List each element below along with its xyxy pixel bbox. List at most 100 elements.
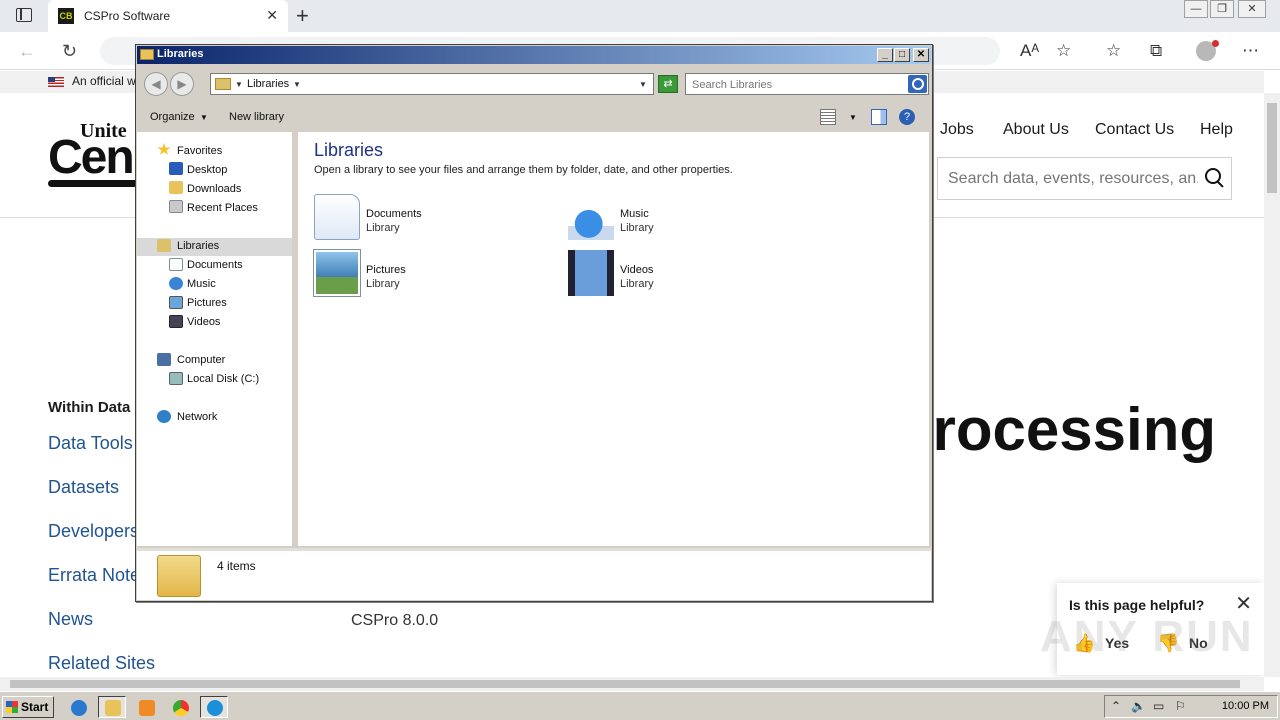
nav-computer[interactable]: Computer — [177, 354, 225, 366]
taskbar-ie[interactable] — [64, 696, 92, 718]
nav-libraries[interactable]: Libraries — [177, 240, 219, 252]
internet-explorer-icon — [71, 700, 87, 716]
taskbar-media-player[interactable] — [132, 696, 160, 718]
local-disk-icon — [169, 372, 183, 385]
preview-pane-icon[interactable] — [871, 109, 887, 125]
profile-avatar[interactable] — [1196, 40, 1219, 61]
settings-menu-icon[interactable]: ⋯ — [1242, 41, 1259, 61]
libraries-subtitle: Open a library to see your files and arr… — [314, 164, 733, 176]
nav-downloads[interactable]: Downloads — [187, 183, 241, 195]
change-view-icon[interactable] — [820, 109, 836, 125]
explorer-minimize-button[interactable]: _ — [877, 48, 893, 62]
chevron-down-icon[interactable]: ▼ — [235, 80, 243, 89]
explorer-back-button[interactable]: ◀ — [144, 72, 168, 96]
library-documents[interactable]: Documents Library — [314, 194, 534, 242]
media-player-icon — [139, 700, 155, 716]
library-videos[interactable]: Videos Library — [568, 250, 788, 298]
close-window-button[interactable]: ✕ — [1238, 0, 1266, 18]
read-aloud-icon[interactable]: Aᴬ — [1020, 41, 1039, 61]
nav-music[interactable]: Music — [187, 278, 216, 290]
documents-icon — [169, 258, 183, 271]
cspro-favicon-icon: CB — [58, 8, 74, 24]
library-kind: Library — [620, 222, 654, 234]
videos-icon — [568, 250, 614, 296]
tab-close-icon[interactable]: ✕ — [266, 7, 278, 24]
sidenav-developers[interactable]: Developers — [48, 521, 139, 542]
scrollbar-thumb[interactable] — [1267, 103, 1277, 193]
show-hidden-icons-icon[interactable]: ⌃ — [1111, 699, 1121, 713]
back-icon[interactable]: ← — [18, 41, 36, 62]
chevron-down-icon[interactable]: ▼ — [200, 113, 208, 122]
library-music[interactable]: Music Library — [568, 194, 788, 242]
sidenav-datasets[interactable]: Datasets — [48, 477, 119, 498]
chevron-down-icon[interactable]: ▼ — [849, 113, 857, 122]
restore-button[interactable]: ❐ — [1210, 0, 1234, 18]
sidenav-related-sites[interactable]: Related Sites — [48, 653, 155, 674]
nav-network[interactable]: Network — [177, 411, 217, 423]
add-favorite-icon[interactable]: ☆ — [1056, 41, 1071, 61]
libraries-folder-icon — [215, 78, 231, 90]
refresh-icon[interactable]: ⇄ — [658, 75, 678, 93]
clock[interactable]: 10:00 PM — [1222, 700, 1269, 712]
taskbar-chrome[interactable] — [166, 696, 194, 718]
logo-text-big: Cen — [48, 131, 135, 184]
reload-icon[interactable]: ↻ — [62, 41, 77, 62]
nav-recent-places[interactable]: Recent Places — [187, 202, 258, 214]
volume-icon[interactable]: 🔈 — [1131, 699, 1146, 713]
collections-icon[interactable]: ⧉ — [1150, 41, 1162, 61]
library-kind: Library — [366, 222, 400, 234]
nav-videos[interactable]: Videos — [187, 316, 220, 328]
nav-favorites[interactable]: Favorites — [177, 145, 222, 157]
breadcrumb[interactable]: Libraries — [247, 78, 289, 90]
browser-tab[interactable]: CB CSPro Software ✕ — [48, 0, 288, 32]
search-icon[interactable] — [908, 75, 927, 93]
sidenav-news[interactable]: News — [48, 609, 93, 630]
taskbar-explorer[interactable] — [98, 696, 126, 718]
horizontal-scrollbar[interactable] — [0, 677, 1264, 691]
chevron-down-icon[interactable]: ▼ — [293, 80, 301, 89]
explorer-content-pane: Libraries Open a library to see your fil… — [298, 132, 929, 546]
nav-jobs[interactable]: Jobs — [940, 121, 974, 139]
nav-help[interactable]: Help — [1200, 121, 1233, 139]
minimize-button[interactable]: — — [1184, 0, 1208, 18]
scrollbar-thumb[interactable] — [10, 680, 1240, 688]
browser-tabstrip: CB CSPro Software ✕ + — ❐ ✕ — [0, 0, 1280, 32]
nav-local-disk[interactable]: Local Disk (C:) — [187, 373, 259, 385]
explorer-close-button[interactable]: ✕ — [913, 48, 929, 62]
nav-pictures[interactable]: Pictures — [187, 297, 227, 309]
library-name: Videos — [620, 264, 654, 276]
nav-about-us[interactable]: About Us — [1003, 121, 1069, 139]
new-library-button[interactable]: New library — [229, 111, 284, 123]
taskbar-edge[interactable] — [200, 696, 228, 718]
nav-desktop[interactable]: Desktop — [187, 164, 227, 176]
tab-actions-icon[interactable] — [16, 8, 32, 22]
action-center-flag-icon[interactable]: ⚐ — [1175, 699, 1186, 713]
explorer-address-bar[interactable]: ▼ Libraries ▼ ▼ — [210, 73, 654, 95]
music-icon — [169, 277, 183, 290]
libraries-folder-icon — [157, 555, 201, 597]
vertical-scrollbar[interactable] — [1264, 93, 1280, 677]
pictures-icon — [313, 249, 361, 297]
explorer-icon — [105, 700, 121, 716]
address-history-dropdown-icon[interactable]: ▼ — [639, 80, 647, 89]
explorer-forward-button[interactable]: ▶ — [170, 72, 194, 96]
nav-contact-us[interactable]: Contact Us — [1095, 121, 1174, 139]
network-tray-icon[interactable]: ▭ — [1153, 699, 1164, 713]
organize-button[interactable]: Organize — [150, 111, 195, 123]
new-tab-icon[interactable]: + — [296, 3, 309, 29]
search-icon[interactable] — [1205, 168, 1221, 184]
nav-documents[interactable]: Documents — [187, 259, 243, 271]
help-icon[interactable]: ? — [899, 109, 915, 125]
explorer-window: Libraries _ □ ✕ ◀ ▶ ▼ Libraries ▼ ▼ ⇄ Or… — [135, 44, 933, 602]
desktop-icon — [169, 162, 183, 175]
library-pictures[interactable]: Pictures Library — [313, 249, 534, 298]
start-button[interactable]: Start — [2, 696, 54, 718]
explorer-titlebar[interactable]: Libraries _ □ ✕ — [137, 46, 931, 64]
documents-icon — [314, 194, 360, 240]
favorites-icon[interactable]: ☆ — [1106, 41, 1121, 61]
sidenav-errata-notes[interactable]: Errata Note — [48, 565, 140, 586]
sidenav-data-tools[interactable]: Data Tools — [48, 433, 133, 454]
explorer-maximize-button[interactable]: □ — [894, 48, 910, 62]
site-search-input[interactable] — [948, 168, 1198, 190]
explorer-search-input[interactable] — [692, 77, 902, 92]
